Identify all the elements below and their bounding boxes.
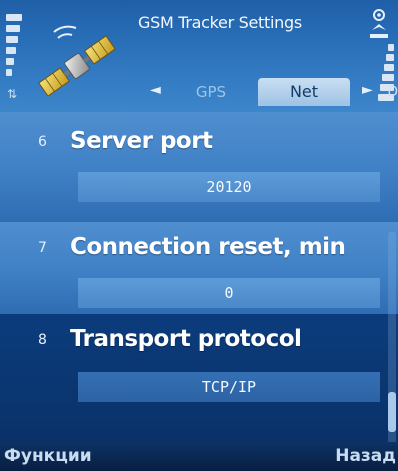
setting-number: 6 [38,134,47,150]
gps-indicator-icon [370,9,388,38]
back-softkey[interactable]: Назад [335,446,396,466]
tab-bar: ◄ GPS Net ► D [0,76,398,106]
phone-screen: ⇅ GSM Tracker Settings ◄ GPS Net ► D 6 S… [0,0,398,471]
settings-list: 6 Server port 20120 7 Connection reset, … [0,112,398,471]
setting-value-field[interactable]: 20120 [78,172,380,202]
tab-gps[interactable]: GPS [176,80,246,104]
scrollbar-thumb[interactable] [388,392,396,432]
setting-transport-protocol[interactable]: 8 Transport protocol TCP/IP [0,314,398,442]
scrollbar[interactable] [388,232,396,471]
tab-net[interactable]: Net [258,78,350,106]
setting-connection-reset[interactable]: 7 Connection reset, min 0 [0,222,398,314]
tab-next-arrow-icon[interactable]: ► [362,80,373,100]
setting-label: Transport protocol [70,326,302,352]
tab-prev-arrow-icon[interactable]: ◄ [150,80,161,100]
setting-value-field[interactable]: TCP/IP [78,372,380,402]
setting-label: Connection reset, min [70,234,346,260]
setting-label: Server port [70,128,213,154]
setting-number: 7 [38,240,47,256]
app-title: GSM Tracker Settings [138,13,302,32]
app-header: ⇅ GSM Tracker Settings ◄ GPS Net ► D [0,0,398,112]
tab-next-partial[interactable]: D [387,82,398,102]
setting-number: 8 [38,332,47,348]
options-softkey[interactable]: Функции [4,446,92,466]
softkey-bar: Функции Назад [0,442,398,471]
setting-value-field[interactable]: 0 [78,278,380,308]
setting-server-port[interactable]: 6 Server port 20120 [0,112,398,222]
